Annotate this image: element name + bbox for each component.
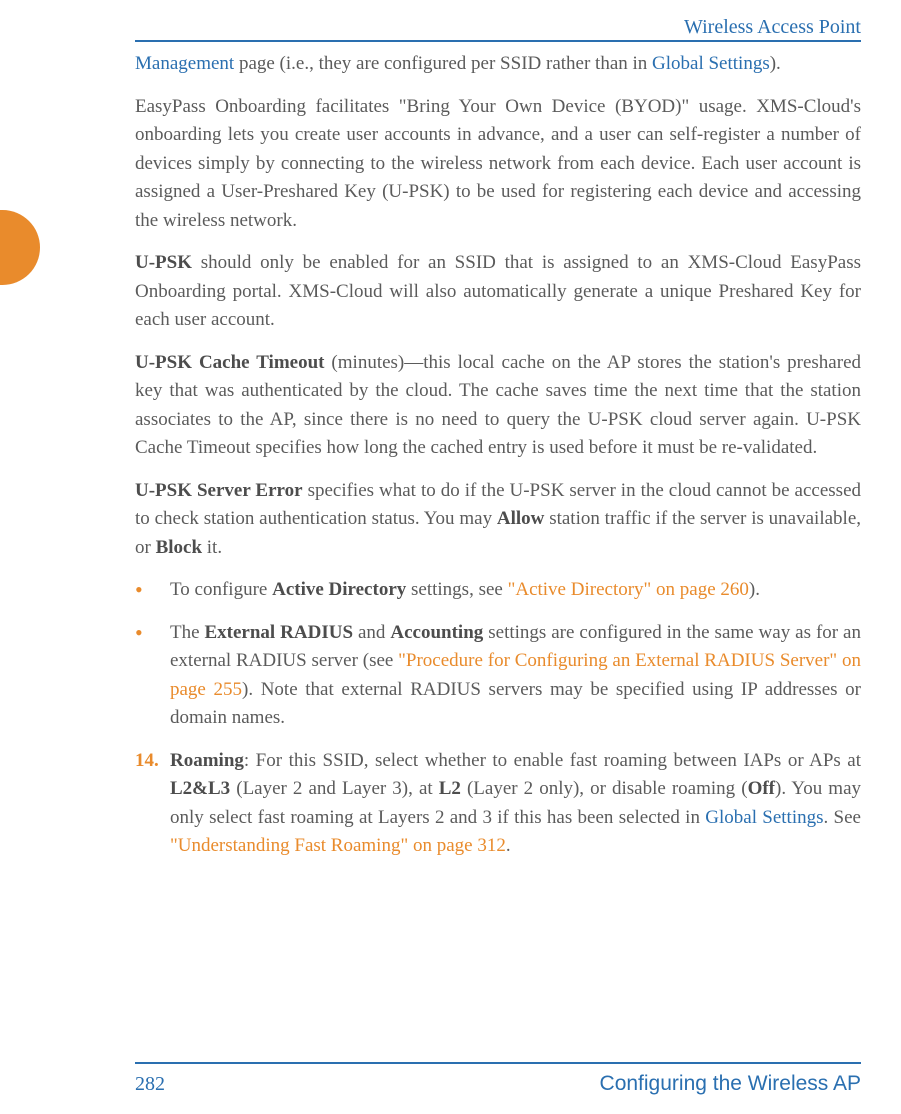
text: and [353, 622, 390, 643]
text: . [506, 835, 511, 856]
text: ). Note that external RADIUS servers may… [170, 679, 861, 729]
text: should only be enabled for an SSID that … [135, 252, 861, 330]
header-rule [135, 40, 861, 42]
text: ). [770, 53, 781, 74]
text: . See [824, 807, 861, 828]
text: settings, see [406, 579, 507, 600]
section-title: Configuring the Wireless AP [600, 1072, 861, 1096]
bold-external-radius: External RADIUS [205, 622, 354, 643]
bold-off: Off [748, 778, 775, 799]
paragraph: Management page (i.e., they are configur… [135, 50, 861, 79]
bold-cache-timeout: U-PSK Cache Timeout [135, 352, 324, 373]
link-management[interactable]: Management [135, 53, 234, 74]
link-global-settings[interactable]: Global Settings [652, 53, 770, 74]
text: To configure [170, 579, 272, 600]
bullet-item: • The External RADIUS and Accounting set… [135, 619, 861, 733]
page: Wireless Access Point Management page (i… [0, 0, 901, 1114]
text: The [170, 622, 205, 643]
link-fast-roaming[interactable]: "Understanding Fast Roaming" on page 312 [170, 835, 506, 856]
text: (Layer 2 and Layer 3), at [230, 778, 439, 799]
page-header: Wireless Access Point [135, 16, 861, 39]
footer-rule [135, 1062, 861, 1064]
bold-server-error: U-PSK Server Error [135, 480, 303, 501]
paragraph: U-PSK Server Error specifies what to do … [135, 477, 861, 563]
link-global-settings[interactable]: Global Settings [705, 807, 823, 828]
bullet-icon: • [135, 576, 143, 605]
bold-roaming: Roaming [170, 750, 244, 771]
bullet-item: • To configure Active Directory settings… [135, 576, 861, 605]
paragraph: EasyPass Onboarding facilitates "Bring Y… [135, 93, 861, 236]
side-tab [0, 210, 40, 285]
page-footer: 282 Configuring the Wireless AP [135, 1072, 861, 1096]
item-number: 14. [135, 747, 159, 776]
text: ). [749, 579, 760, 600]
bold-block: Block [156, 537, 202, 558]
bold-l2: L2 [439, 778, 461, 799]
bold-accounting: Accounting [390, 622, 483, 643]
bold-l2l3: L2&L3 [170, 778, 230, 799]
link-active-directory[interactable]: "Active Directory" on page 260 [508, 579, 749, 600]
text: page (i.e., they are configured per SSID… [234, 53, 652, 74]
text: : For this SSID, select whether to enabl… [244, 750, 861, 771]
page-number: 282 [135, 1073, 165, 1096]
bold-upsk: U-PSK [135, 252, 192, 273]
paragraph: U-PSK Cache Timeout (minutes)—this local… [135, 349, 861, 463]
content: Management page (i.e., they are configur… [135, 50, 861, 1044]
bold-active-directory: Active Directory [272, 579, 406, 600]
text: (Layer 2 only), or disable roaming ( [461, 778, 748, 799]
bold-allow: Allow [497, 508, 545, 529]
numbered-item: 14. Roaming: For this SSID, select wheth… [135, 747, 861, 861]
paragraph: U-PSK should only be enabled for an SSID… [135, 249, 861, 335]
bullet-icon: • [135, 619, 143, 648]
header-title: Wireless Access Point [684, 16, 861, 38]
text: it. [202, 537, 222, 558]
